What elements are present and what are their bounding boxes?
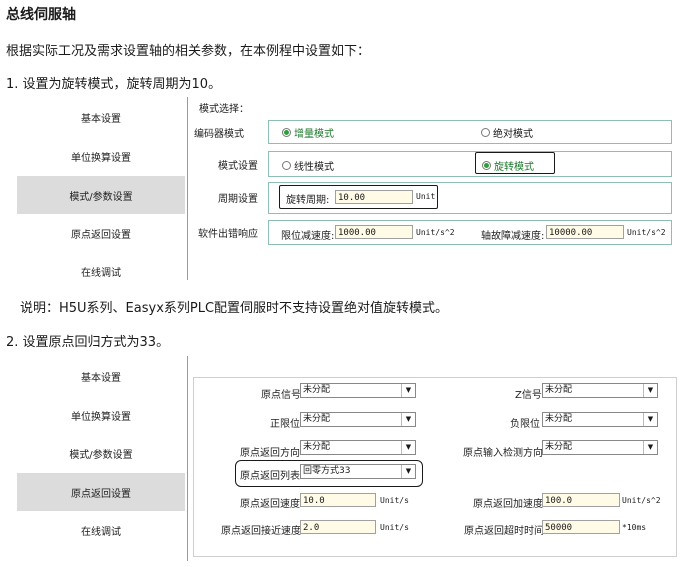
limit-decel-unit: Unit/s^2	[416, 228, 455, 237]
neg-limit-label: 负限位	[510, 419, 540, 430]
chevron-down-icon: ▼	[401, 413, 415, 426]
z-signal-select[interactable]: 未分配 ▼	[542, 383, 658, 398]
origin-signal-select[interactable]: 未分配 ▼	[300, 383, 416, 398]
limit-decel-input[interactable]: 1000.00	[335, 225, 413, 239]
linear-mode-radio[interactable]: 线性模式	[282, 158, 334, 173]
pos-limit-select[interactable]: 未分配 ▼	[300, 412, 416, 427]
return-accel-unit: Unit/s^2	[622, 496, 661, 505]
period-input[interactable]: 10.00	[335, 190, 413, 204]
fault-decel-label: 轴故障减速度:	[481, 231, 545, 242]
sidebar2-item-online[interactable]: 在线调试	[17, 511, 185, 549]
period-field-label: 旋转周期:	[286, 195, 330, 206]
approach-speed-unit: Unit/s	[380, 523, 409, 532]
fault-decel-unit: Unit/s^2	[627, 228, 666, 237]
pos-limit-label: 正限位	[270, 419, 300, 430]
sidebar1-item-unit[interactable]: 单位换算设置	[17, 137, 185, 175]
divider-1	[187, 97, 188, 280]
timeout-unit: *10ms	[622, 523, 647, 532]
step2-text: 2. 设置原点回归方式为33。	[6, 335, 170, 350]
intro-text: 根据实际工况及需求设置轴的相关参数，在本例程中设置如下：	[6, 44, 371, 59]
timeout-input[interactable]: 50000	[542, 520, 620, 534]
return-speed-label: 原点返回速度	[240, 499, 300, 510]
sidebar1-item-basic[interactable]: 基本设置	[17, 98, 185, 136]
step1-text: 1. 设置为旋转模式，旋转周期为10。	[6, 77, 222, 92]
chevron-down-icon: ▼	[643, 384, 657, 397]
encoder-incremental-radio[interactable]: 增量模式	[282, 125, 334, 140]
sidebar2-item-mode[interactable]: 模式/参数设置	[17, 434, 185, 472]
approach-speed-input[interactable]: 2.0	[300, 520, 376, 534]
mode-select-label: 模式选择：	[199, 104, 249, 115]
mode-setting-label: 模式设置	[218, 161, 258, 172]
chevron-down-icon: ▼	[643, 413, 657, 426]
radio-checked-icon	[282, 128, 291, 137]
return-list-label: 原点返回列表	[240, 471, 300, 482]
limit-decel-label: 限位减速度:	[281, 231, 335, 242]
encoder-mode-label: 编码器模式	[194, 129, 244, 140]
chevron-down-icon: ▼	[401, 465, 415, 478]
chevron-down-icon: ▼	[401, 384, 415, 397]
sidebar1-item-mode[interactable]: 模式/参数设置	[17, 176, 185, 214]
divider-2	[187, 356, 188, 561]
return-accel-input[interactable]: 100.0	[542, 493, 620, 507]
fault-decel-input[interactable]: 10000.00	[546, 225, 624, 239]
radio-unchecked-icon	[481, 128, 490, 137]
chevron-down-icon: ▼	[643, 441, 657, 454]
soft-error-label: 软件出错响应	[198, 229, 258, 240]
return-dir-select[interactable]: 未分配 ▼	[300, 440, 416, 455]
return-dir-label: 原点返回方向	[240, 448, 300, 459]
encoder-absolute-radio[interactable]: 绝对模式	[481, 125, 533, 140]
sidebar1-item-origin[interactable]: 原点返回设置	[17, 214, 185, 252]
chevron-down-icon: ▼	[401, 441, 415, 454]
period-unit: Unit	[416, 192, 436, 201]
input-dir-label: 原点输入检测方向	[463, 448, 543, 459]
approach-speed-label: 原点返回接近速度	[221, 526, 301, 537]
rotation-mode-radio[interactable]: 旋转模式	[482, 158, 534, 173]
neg-limit-select[interactable]: 未分配 ▼	[542, 412, 658, 427]
origin-signal-label: 原点信号	[261, 390, 301, 401]
return-list-select[interactable]: 回零方式33 ▼	[300, 464, 416, 479]
radio-unchecked-icon	[282, 161, 291, 170]
note-text: 说明：H5U系列、Easyx系列PLC配置伺服时不支持设置绝对值旋转模式。	[20, 301, 449, 316]
timeout-label: 原点返回超时时间	[464, 526, 544, 537]
sidebar2-item-origin[interactable]: 原点返回设置	[17, 473, 185, 511]
return-speed-input[interactable]: 10.0	[300, 493, 376, 507]
radio-checked-icon	[482, 161, 491, 170]
sidebar2-item-basic[interactable]: 基本设置	[17, 357, 185, 395]
return-speed-unit: Unit/s	[380, 496, 409, 505]
sidebar1-item-online[interactable]: 在线调试	[17, 252, 185, 290]
period-setting-label: 周期设置	[218, 194, 258, 205]
input-dir-select[interactable]: 未分配 ▼	[542, 440, 658, 455]
sidebar2-item-unit[interactable]: 单位换算设置	[17, 396, 185, 434]
return-accel-label: 原点返回加速度	[473, 499, 543, 510]
section-heading: 总线伺服轴	[6, 7, 76, 23]
z-signal-label: Z信号	[515, 390, 542, 401]
